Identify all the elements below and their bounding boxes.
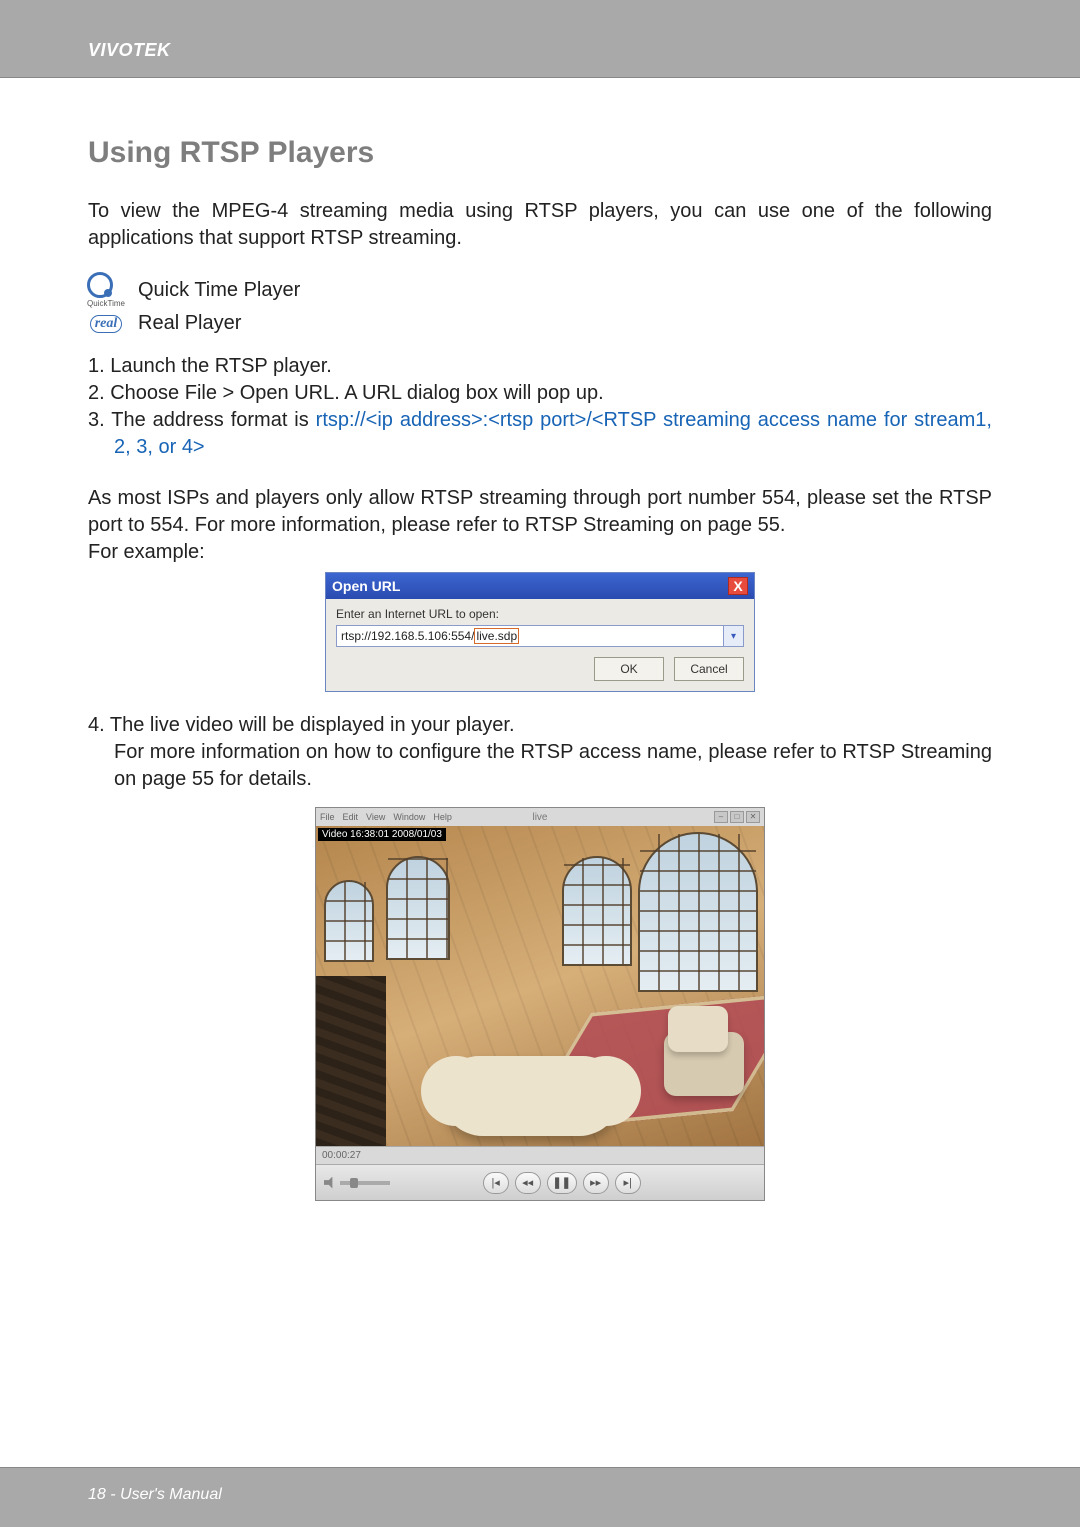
section-title: Using RTSP Players: [88, 136, 992, 170]
player-list: QuickTime Quick Time Player real Real Pl…: [88, 272, 992, 335]
realplayer-icon-text: real: [90, 315, 123, 333]
step-3-prefix: 3. The address format is: [88, 409, 316, 431]
menu-view[interactable]: View: [366, 812, 385, 822]
scene-window: [638, 832, 758, 992]
player-row-quicktime: QuickTime Quick Time Player: [88, 272, 992, 308]
scene-stairs: [316, 976, 386, 1146]
menu-window[interactable]: Window: [393, 812, 425, 822]
url-input[interactable]: rtsp://192.168.5.106:554/live.sdp: [336, 625, 724, 647]
url-input-highlight: live.sdp: [474, 628, 519, 644]
volume-slider[interactable]: [340, 1181, 390, 1185]
scene-window: [324, 880, 374, 962]
brand-text: VIVOTEK: [88, 40, 171, 60]
scene-sofa: [441, 1056, 621, 1136]
footer-bar: 18 - User's Manual: [0, 1467, 1080, 1527]
quicktime-icon: QuickTime: [88, 272, 124, 308]
open-url-dialog: Open URL X Enter an Internet URL to open…: [325, 572, 755, 692]
video-player-menubar: File Edit View Window Help live – □ ✕: [316, 808, 764, 826]
video-overlay-timestamp: Video 16:38:01 2008/01/03: [318, 828, 446, 841]
menu-file[interactable]: File: [320, 812, 335, 822]
close-icon[interactable]: X: [728, 577, 748, 595]
scene-window: [562, 856, 632, 966]
dialog-titlebar: Open URL X: [326, 573, 754, 599]
step-3: 3. The address format is rtsp://<ip addr…: [88, 407, 992, 461]
skip-end-button[interactable]: ▸|: [615, 1172, 641, 1194]
minimize-icon[interactable]: –: [714, 811, 728, 823]
port-note: As most ISPs and players only allow RTSP…: [88, 485, 992, 539]
volume-control[interactable]: [324, 1177, 390, 1189]
player-row-realplayer: real Real Player: [88, 312, 992, 335]
video-canvas: Video 16:38:01 2008/01/03: [316, 826, 764, 1146]
url-input-prefix: rtsp://192.168.5.106:554/: [341, 629, 474, 643]
footer-text: 18 - User's Manual: [88, 1486, 222, 1503]
scene-chair: [668, 1006, 728, 1052]
forward-button[interactable]: ▸▸: [583, 1172, 609, 1194]
realplayer-label: Real Player: [138, 312, 241, 335]
realplayer-icon: real: [88, 315, 124, 333]
step-2: 2. Choose File > Open URL. A URL dialog …: [88, 380, 992, 407]
video-elapsed-time: 00:00:27: [322, 1150, 361, 1161]
rewind-button[interactable]: ◂◂: [515, 1172, 541, 1194]
chevron-down-icon[interactable]: ▾: [724, 625, 744, 647]
video-time-bar[interactable]: 00:00:27: [316, 1146, 764, 1164]
quicktime-label: Quick Time Player: [138, 279, 300, 302]
video-player-title: live: [532, 812, 547, 823]
menu-help[interactable]: Help: [433, 812, 452, 822]
ok-button[interactable]: OK: [594, 657, 664, 681]
quicktime-caption: QuickTime: [87, 299, 125, 308]
pause-button[interactable]: ❚❚: [547, 1172, 577, 1194]
header-bar: VIVOTEK: [0, 0, 1080, 78]
maximize-icon[interactable]: □: [730, 811, 744, 823]
video-player-window: File Edit View Window Help live – □ ✕: [315, 807, 765, 1201]
cancel-button[interactable]: Cancel: [674, 657, 744, 681]
for-example-label: For example:: [88, 539, 992, 566]
close-window-icon[interactable]: ✕: [746, 811, 760, 823]
intro-paragraph: To view the MPEG-4 streaming media using…: [88, 198, 992, 252]
skip-start-button[interactable]: |◂: [483, 1172, 509, 1194]
video-controls: |◂ ◂◂ ❚❚ ▸▸ ▸|: [316, 1164, 764, 1200]
page-content: Using RTSP Players To view the MPEG-4 st…: [0, 78, 1080, 1201]
steps-list: 1. Launch the RTSP player. 2. Choose Fil…: [88, 353, 992, 461]
step-1: 1. Launch the RTSP player.: [88, 353, 992, 380]
speaker-icon: [324, 1177, 336, 1189]
step-4-line2: For more information on how to configure…: [88, 739, 992, 793]
menu-edit[interactable]: Edit: [343, 812, 359, 822]
step-4-line1: 4. The live video will be displayed in y…: [88, 712, 992, 739]
scene-window: [386, 856, 450, 960]
dialog-title: Open URL: [332, 578, 400, 594]
dialog-input-label: Enter an Internet URL to open:: [336, 607, 744, 621]
